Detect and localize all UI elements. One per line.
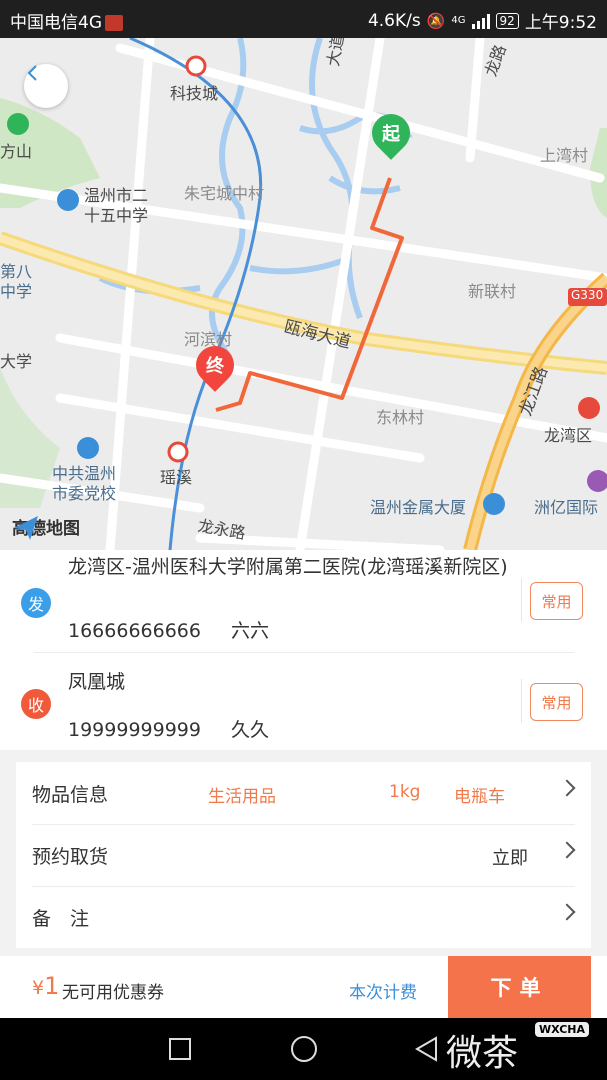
goods-info-row[interactable]: 物品信息 生活用品 1kg 电瓶车 [16, 762, 591, 824]
receiver-contact: 19999999999 久久 [68, 715, 269, 742]
mountain-icon [7, 113, 29, 135]
pickup-value: 立即 [492, 848, 528, 869]
receiver-row[interactable]: 收 凤凰城 19999999999 久久 常用 [0, 653, 607, 750]
receiver-address: 凤凰城 [68, 671, 126, 693]
map-label: 龙湾区 [544, 426, 593, 445]
watermark-tag: WXCHA [535, 1022, 590, 1037]
sender-contact: 16666666666 六六 [68, 616, 269, 643]
hotel-icon [587, 470, 607, 492]
goods-vehicle: 电瓶车 [454, 787, 505, 807]
map-label: 温州金属大厦 [370, 498, 467, 517]
amap-logo: 高德地图 [12, 514, 80, 540]
sender-common-button[interactable]: 常用 [530, 582, 583, 620]
clock: 上午9:52 [524, 13, 597, 33]
battery-icon: 92 [495, 12, 519, 29]
map-label: 十五中学 [84, 206, 149, 225]
end-pin[interactable]: 终 [188, 338, 242, 396]
chevron-right-icon [558, 779, 576, 797]
price-value: 1 [44, 972, 60, 1000]
order-info-panel: 物品信息 生活用品 1kg 电瓶车 预约取货 立即 备 注 [16, 762, 591, 948]
government-icon [578, 397, 600, 419]
back-button[interactable] [24, 64, 68, 108]
mute-icon: 🔕 [426, 11, 446, 30]
amap-logo-icon [14, 516, 38, 540]
sender-row[interactable]: 发 龙湾区-温州医科大学附属第二医院(龙湾瑶溪新院区) 16666666666 六… [0, 550, 607, 652]
map-label: 中学 [0, 282, 33, 301]
map-label: 东林村 [376, 408, 425, 427]
note-label: 备 注 [32, 908, 90, 930]
checkout-bar: ¥1 无可用优惠券 本次计费 下单 [0, 956, 607, 1018]
sender-phone: 16666666666 [68, 620, 201, 642]
note-row[interactable]: 备 注 [16, 886, 591, 948]
back-nav-icon[interactable] [414, 1036, 438, 1062]
receiver-common-button[interactable]: 常用 [530, 683, 583, 721]
network-type: 4G [451, 15, 466, 26]
school-icon [57, 189, 79, 211]
sim-icon [105, 15, 123, 31]
ouhai-avenue [0, 231, 607, 375]
carrier-group: 中国电信4G [10, 8, 123, 33]
end-pin-label: 终 [206, 356, 224, 377]
pickup-row[interactable]: 预约取货 立即 [16, 824, 591, 886]
sender-name: 六六 [230, 620, 269, 642]
map-label: 上湾村 [540, 146, 589, 165]
status-right: 4.6K/s 🔕 4G 92 上午9:52 [367, 8, 597, 34]
address-panel: 发 龙湾区-温州医科大学附属第二医院(龙湾瑶溪新院区) 16666666666 六… [0, 550, 607, 750]
school-icon [77, 437, 99, 459]
price: ¥1 [32, 972, 59, 1000]
chevron-left-icon [27, 65, 37, 81]
coupon-text[interactable]: 无可用优惠券 [62, 978, 164, 1003]
currency-symbol: ¥ [32, 977, 45, 999]
map-label: 科技城 [170, 84, 219, 103]
status-bar: 中国电信4G 4.6K/s 🔕 4G 92 上午9:52 [0, 0, 607, 38]
map-label: 朱宅城中村 [184, 184, 265, 203]
metro-station-icon [185, 55, 207, 77]
start-pin-label: 起 [382, 124, 400, 145]
map-label: 瑶溪 [160, 468, 193, 487]
sender-address: 龙湾区-温州医科大学附属第二医院(龙湾瑶溪新院区) [68, 556, 508, 578]
recents-icon[interactable] [169, 1038, 191, 1060]
goods-info-label: 物品信息 [32, 784, 109, 806]
fee-detail-link[interactable]: 本次计费 [349, 978, 417, 1003]
net-speed: 4.6K/s [367, 10, 421, 31]
receiver-badge: 收 [21, 689, 51, 719]
receiver-name: 久久 [230, 719, 269, 741]
map-label: 市委党校 [52, 484, 117, 503]
goods-type: 生活用品 [208, 787, 276, 807]
place-order-button[interactable]: 下单 [448, 956, 591, 1018]
map-label: 新联村 [468, 282, 517, 301]
map-label: 大学 [0, 352, 33, 371]
chevron-right-icon [558, 903, 576, 921]
chevron-right-icon [558, 841, 576, 859]
highway-label: G330 [571, 288, 604, 302]
home-icon[interactable] [291, 1036, 317, 1062]
route-map[interactable]: 科技城 方山 温州市二 十五中学 朱宅城中村 上湾村 新联村 G330 瓯海大道… [0, 38, 607, 550]
building-icon [483, 493, 505, 515]
goods-weight: 1kg [389, 782, 421, 802]
start-pin[interactable]: 起 [364, 106, 418, 164]
pickup-label: 预约取货 [32, 846, 109, 868]
sender-badge: 发 [21, 588, 51, 618]
map-label: 洲亿国际 [534, 498, 599, 517]
receiver-phone: 19999999999 [68, 719, 201, 741]
metro-station-icon [167, 441, 189, 463]
watermark-text: 微茶 [446, 1033, 519, 1074]
signal-icon [471, 13, 490, 29]
carrier-label: 中国电信4G [10, 13, 102, 33]
system-nav-bar: 微茶 WXCHA [0, 1018, 607, 1080]
map-label: 方山 [0, 142, 33, 161]
